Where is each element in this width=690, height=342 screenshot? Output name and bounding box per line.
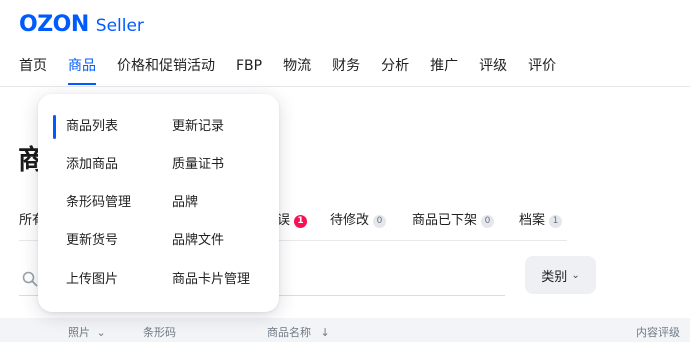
nav-item-analytics[interactable]: 分析: [381, 55, 409, 85]
nav-item-fbp[interactable]: FBP: [236, 55, 262, 85]
errors-count-badge: 1: [294, 215, 308, 228]
sort-chevron-down-icon: ⌄: [96, 326, 106, 339]
nav-item-pricing-promotions[interactable]: 价格和促销活动: [117, 55, 215, 85]
delisted-count-badge: 0: [481, 215, 495, 228]
category-filter-label: 类别: [541, 269, 568, 285]
nav-item-promotion[interactable]: 推广: [430, 55, 458, 85]
nav-divider: [0, 86, 690, 87]
logo-sub: Seller: [95, 16, 144, 36]
to-fix-count-badge: 0: [373, 215, 387, 228]
tab-delisted-label: 商品已下架: [412, 213, 478, 228]
nav-item-products[interactable]: 商品: [68, 55, 96, 85]
tab-archive-label: 档案: [519, 213, 546, 228]
nav-item-reviews[interactable]: 评价: [528, 55, 556, 85]
column-photo[interactable]: 照片 ⌄: [68, 324, 106, 340]
tab-archive[interactable]: 档案 1: [519, 211, 563, 231]
products-dropdown-menu: 商品列表 添加商品 条形码管理 更新货号 上传图片 更新记录 质量证书 品牌 品…: [38, 94, 279, 312]
menu-item-barcode-management[interactable]: 条形码管理: [66, 194, 131, 212]
menu-item-update-history[interactable]: 更新记录: [172, 118, 224, 136]
nav-item-finance[interactable]: 财务: [332, 55, 360, 85]
tab-to-fix[interactable]: 待修改 0: [330, 211, 387, 231]
tab-delisted[interactable]: 商品已下架 0: [412, 211, 495, 231]
active-item-indicator: [53, 115, 56, 139]
nav-item-logistics[interactable]: 物流: [283, 55, 311, 85]
menu-item-brand-documents[interactable]: 品牌文件: [172, 232, 224, 250]
menu-item-update-sku[interactable]: 更新货号: [66, 232, 118, 250]
search-icon[interactable]: [22, 271, 38, 287]
column-product-name-label: 商品名称: [267, 326, 311, 339]
menu-item-product-card-management[interactable]: 商品卡片管理: [172, 271, 250, 289]
tab-to-fix-label: 待修改: [330, 213, 370, 228]
nav-item-home[interactable]: 首页: [19, 55, 47, 85]
column-photo-label: 照片: [68, 326, 90, 339]
column-product-name[interactable]: 商品名称 ↓: [267, 324, 330, 340]
sort-arrow-down-icon: ↓: [320, 326, 330, 339]
table-header: 照片 ⌄ 条形码 商品名称 ↓ 内容评级: [0, 318, 690, 342]
column-content-rating: 内容评级: [636, 326, 680, 339]
ozon-seller-logo[interactable]: OZON Seller: [19, 12, 144, 37]
menu-item-brands[interactable]: 品牌: [172, 194, 198, 212]
nav-item-rating[interactable]: 评级: [479, 55, 507, 85]
menu-item-add-product[interactable]: 添加商品: [66, 156, 118, 174]
menu-item-upload-images[interactable]: 上传图片: [66, 271, 118, 289]
menu-item-product-list[interactable]: 商品列表: [66, 118, 118, 136]
column-barcode: 条形码: [143, 326, 176, 339]
top-navigation: 首页 商品 价格和促销活动 FBP 物流 财务 分析 推广 评级 评价: [19, 55, 577, 85]
category-filter-button[interactable]: 类别 ⌄: [525, 256, 596, 294]
logo-word: OZON: [19, 12, 89, 37]
archive-count-badge: 1: [549, 215, 563, 228]
chevron-down-icon: ⌄: [571, 269, 580, 281]
menu-item-quality-certificates[interactable]: 质量证书: [172, 156, 224, 174]
tab-errors[interactable]: 误1: [277, 211, 308, 231]
